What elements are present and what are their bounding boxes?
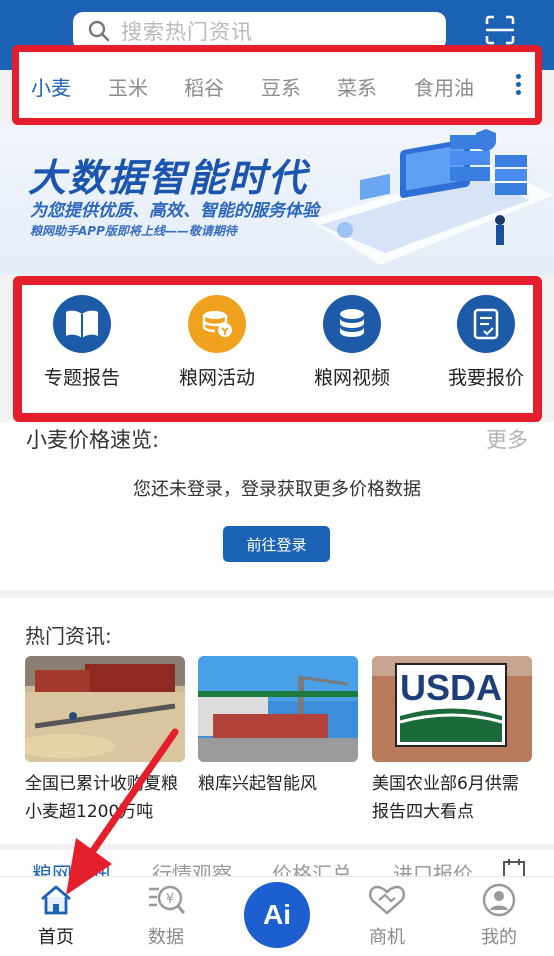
news-image-granary [198, 656, 358, 762]
promo-banner[interactable]: 大数据智能时代 为您提供优质、高效、智能的服务体验 粮网助手APP版即将上线——… [0, 125, 554, 275]
usda-logo-text: USDA [400, 667, 502, 708]
nav-label: 数据 [148, 927, 184, 948]
price-section-title: 小麦价格速览: [26, 428, 160, 452]
news-caption: 美国农业部6月供需报告四大看点 [372, 774, 519, 822]
shortcut-grid-highlight: 专题报告 粮网活动 粮网视频 我要报价 [13, 276, 542, 422]
banner-subtitle: 为您提供优质、高效、智能的服务体验 [30, 201, 319, 221]
category-tab-rapeseed[interactable]: 菜系 [337, 72, 377, 101]
search-placeholder: 搜索热门资讯 [121, 20, 253, 44]
book-icon [53, 295, 111, 353]
news-card[interactable]: 粮库兴起智能风 [198, 656, 358, 798]
subtab-market-watch[interactable]: 行情观察 [152, 858, 232, 878]
category-tabs-highlight: 小麦 玉米 稻谷 豆系 菜系 食用油 [12, 45, 542, 125]
news-subtabs: 粮网资讯 行情观察 价格汇总 进口报价 [0, 850, 554, 878]
go-login-button[interactable]: 前往登录 [223, 526, 330, 562]
news-card[interactable]: USDA 美国农业部6月供需报告四大看点 [372, 656, 532, 826]
database-icon [323, 295, 381, 353]
shortcut-videos[interactable]: 粮网视频 [292, 295, 412, 390]
server-illustration [310, 129, 554, 265]
calendar-icon[interactable] [502, 858, 526, 878]
quote-form-icon [457, 295, 515, 353]
news-caption: 全国已累计收购夏粮小麦超1200万吨 [25, 774, 178, 822]
hot-news-title: 热门资讯: [25, 624, 112, 648]
category-tab-rice[interactable]: 稻谷 [184, 72, 224, 101]
hot-news-section: 热门资讯: 全国已累计收购夏粮小麦超1200万吨 粮库兴起智能风 USDA 美国… [0, 598, 554, 844]
nav-label: 我的 [481, 927, 517, 948]
category-tabs: 小麦 玉米 稻谷 豆系 菜系 食用油 [19, 52, 535, 118]
shortcut-label: 粮网视频 [313, 367, 390, 389]
nav-business[interactable]: 商机 [347, 883, 427, 949]
ai-button-text: Ai [263, 899, 291, 930]
nav-mine[interactable]: 我的 [459, 883, 539, 949]
banner-note: 粮网助手APP版即将上线——敬请期待 [30, 224, 237, 238]
nav-label: 首页 [38, 927, 74, 948]
price-overview-section: 小麦价格速览: 更多 您还未登录，登录获取更多价格数据 前往登录 [0, 422, 554, 590]
price-more-link[interactable]: 更多 [486, 424, 528, 454]
data-icon: ¥ [149, 885, 186, 914]
nav-home[interactable]: 首页 [16, 883, 96, 949]
category-tab-corn[interactable]: 玉米 [108, 72, 148, 101]
shortcut-special-report[interactable]: 专题报告 [22, 295, 142, 390]
shortcut-label: 专题报告 [43, 367, 120, 389]
shortcut-quote[interactable]: 我要报价 [426, 295, 546, 390]
shortcut-label: 粮网活动 [178, 367, 255, 389]
subtab-import-quote[interactable]: 进口报价 [393, 858, 473, 878]
ai-icon[interactable]: Ai [244, 882, 310, 948]
category-tab-soy[interactable]: 豆系 [261, 72, 301, 101]
nav-data[interactable]: ¥ 数据 [126, 883, 206, 949]
news-caption: 粮库兴起智能风 [198, 774, 317, 794]
scan-icon[interactable] [484, 14, 516, 46]
subtab-news[interactable]: 粮网资讯 [32, 858, 112, 878]
news-image-usda: USDA [372, 656, 532, 762]
subtab-price-summary[interactable]: 价格汇总 [272, 858, 352, 878]
category-tab-edible-oil[interactable]: 食用油 [414, 72, 474, 101]
login-prompt: 您还未登录，登录获取更多价格数据 [133, 479, 421, 500]
search-icon [88, 20, 110, 42]
svg-text:¥: ¥ [166, 892, 174, 907]
banner-title: 大数据智能时代 [28, 156, 309, 200]
handshake-icon [368, 885, 406, 915]
bottom-navigation: 首页 ¥ 数据 Ai 商机 我的 [0, 876, 554, 956]
nav-label: 商机 [369, 927, 405, 948]
home-icon [41, 885, 71, 915]
news-card[interactable]: 全国已累计收购夏粮小麦超1200万吨 [25, 656, 185, 826]
coins-icon [188, 295, 246, 353]
news-image-trucks [25, 656, 185, 762]
category-tab-wheat[interactable]: 小麦 [31, 72, 71, 101]
kebab-menu-icon[interactable] [516, 74, 522, 98]
shortcut-label: 我要报价 [447, 367, 524, 389]
shortcut-activities[interactable]: 粮网活动 [157, 295, 277, 390]
user-icon [482, 883, 516, 917]
app-screen: 搜索热门资讯 小麦 玉米 稻谷 豆系 菜系 食用油 大数据智能时代 为您提供优质… [0, 0, 554, 956]
